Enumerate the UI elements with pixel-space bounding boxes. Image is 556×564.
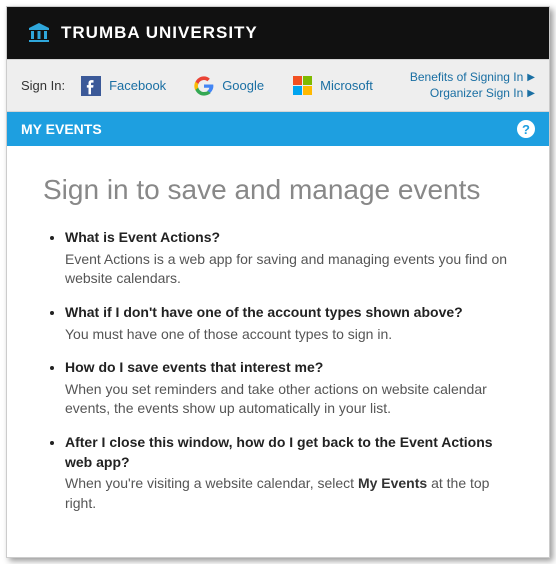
faq-answer: When you're visiting a website calendar,… bbox=[65, 475, 489, 511]
faq-list: What is Event Actions? Event Actions is … bbox=[43, 228, 513, 513]
organizer-link-label: Organizer Sign In bbox=[430, 86, 523, 102]
organizer-link[interactable]: Organizer Sign In ▶ bbox=[430, 86, 535, 102]
section-title-bar: MY EVENTS ? bbox=[7, 112, 549, 146]
brand-logo-icon bbox=[27, 21, 51, 45]
signin-bar: Sign In: Facebook Google Microso bbox=[7, 59, 549, 112]
signin-facebook[interactable]: Facebook bbox=[81, 76, 166, 96]
faq-question: What if I don't have one of the account … bbox=[65, 303, 513, 323]
signin-facebook-label: Facebook bbox=[109, 78, 166, 93]
google-icon bbox=[194, 76, 214, 96]
help-icon[interactable]: ? bbox=[517, 120, 535, 138]
signin-right-links: Benefits of Signing In ▶ Organizer Sign … bbox=[410, 70, 535, 101]
faq-question: How do I save events that interest me? bbox=[65, 358, 513, 378]
brand-name: TRUMBA UNIVERSITY bbox=[61, 23, 258, 43]
main-content: Sign in to save and manage events What i… bbox=[7, 146, 549, 557]
app-window: TRUMBA UNIVERSITY Sign In: Facebook Goog… bbox=[6, 6, 550, 558]
faq-answer: You must have one of those account types… bbox=[65, 326, 392, 342]
faq-answer: When you set reminders and take other ac… bbox=[65, 381, 487, 417]
page-headline: Sign in to save and manage events bbox=[43, 174, 513, 206]
benefits-link-label: Benefits of Signing In bbox=[410, 70, 523, 86]
faq-answer: Event Actions is a web app for saving an… bbox=[65, 251, 507, 287]
chevron-right-icon: ▶ bbox=[527, 87, 535, 100]
faq-item: After I close this window, how do I get … bbox=[65, 433, 513, 513]
signin-label: Sign In: bbox=[21, 78, 65, 93]
faq-item: How do I save events that interest me? W… bbox=[65, 358, 513, 419]
faq-answer-bold: My Events bbox=[358, 475, 427, 491]
chevron-right-icon: ▶ bbox=[527, 71, 535, 84]
brand-header: TRUMBA UNIVERSITY bbox=[7, 7, 549, 59]
signin-google[interactable]: Google bbox=[194, 76, 264, 96]
facebook-icon bbox=[81, 76, 101, 96]
faq-question: After I close this window, how do I get … bbox=[65, 433, 513, 472]
faq-answer-pre: When you're visiting a website calendar,… bbox=[65, 475, 358, 491]
faq-question: What is Event Actions? bbox=[65, 228, 513, 248]
microsoft-icon bbox=[292, 76, 312, 96]
faq-item: What is Event Actions? Event Actions is … bbox=[65, 228, 513, 289]
signin-google-label: Google bbox=[222, 78, 264, 93]
signin-microsoft[interactable]: Microsoft bbox=[292, 76, 373, 96]
faq-item: What if I don't have one of the account … bbox=[65, 303, 513, 344]
benefits-link[interactable]: Benefits of Signing In ▶ bbox=[410, 70, 535, 86]
signin-microsoft-label: Microsoft bbox=[320, 78, 373, 93]
section-title: MY EVENTS bbox=[21, 121, 102, 137]
